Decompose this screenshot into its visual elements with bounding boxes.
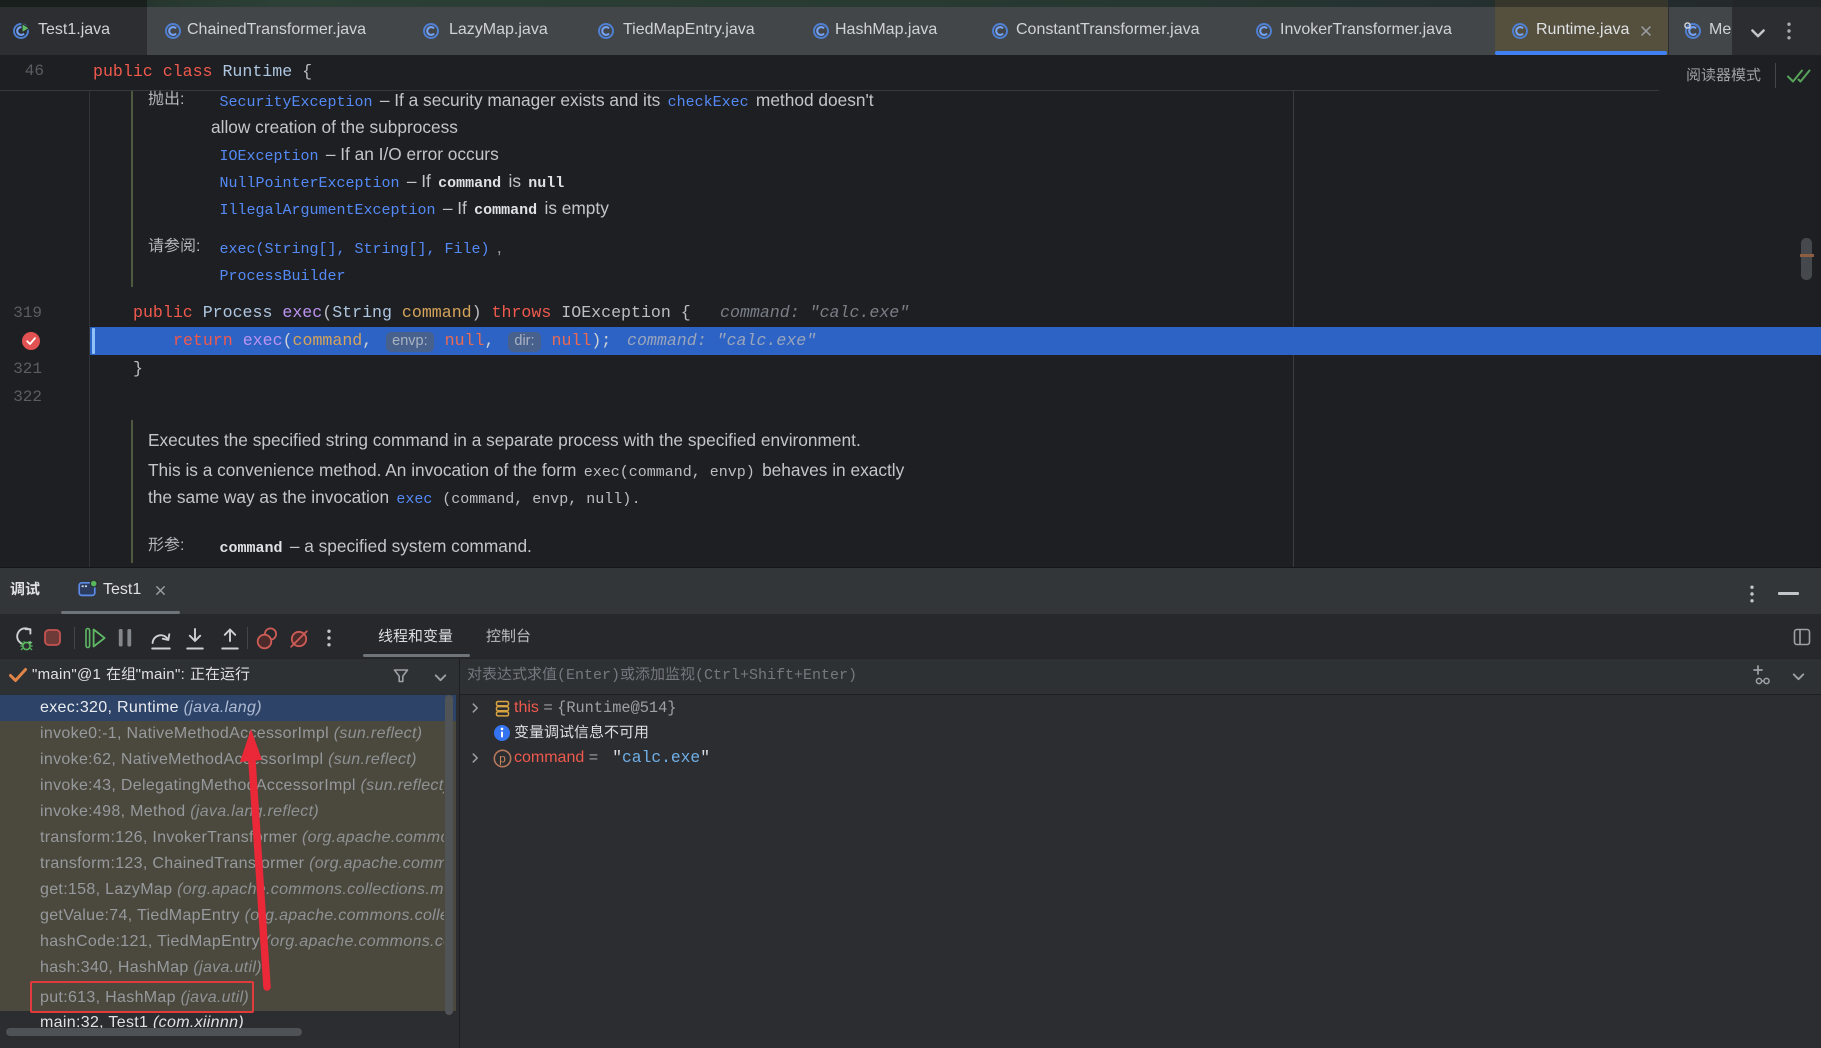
svg-text:p: p xyxy=(499,752,506,766)
